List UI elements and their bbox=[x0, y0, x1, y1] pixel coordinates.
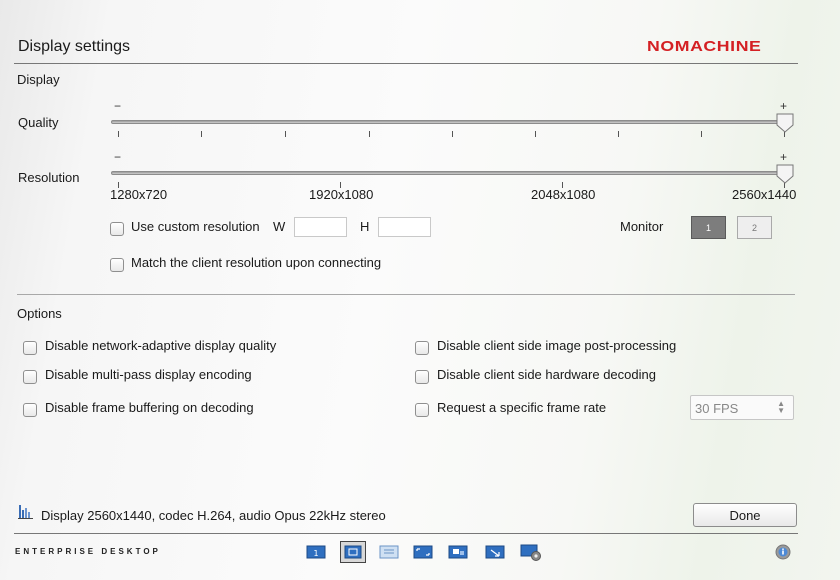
resolution-minus: − bbox=[114, 150, 122, 164]
display-section-label: Display bbox=[17, 72, 60, 87]
quality-label: Quality bbox=[18, 115, 59, 130]
scale-icon[interactable] bbox=[411, 542, 435, 562]
quality-tick bbox=[452, 131, 453, 137]
nomachine-logo: NOMACHINE bbox=[647, 38, 762, 55]
resolution-label: Resolution bbox=[18, 170, 80, 185]
bar-chart-icon bbox=[18, 505, 33, 519]
width-input[interactable] bbox=[294, 217, 347, 237]
quality-tick bbox=[201, 131, 202, 137]
resolution-plus: + bbox=[780, 150, 788, 164]
custom-resolution-checkbox[interactable] bbox=[110, 222, 124, 236]
quality-slider-track[interactable] bbox=[111, 120, 787, 124]
disable-frame-buffering-label: Disable frame buffering on decoding bbox=[45, 400, 254, 415]
quality-tick bbox=[701, 131, 702, 137]
quality-minus: − bbox=[114, 99, 122, 113]
quality-tick bbox=[285, 131, 286, 137]
match-client-resolution-label: Match the client resolution upon connect… bbox=[131, 255, 382, 270]
disable-post-processing-label: Disable client side image post-processin… bbox=[437, 338, 677, 353]
disable-hardware-decoding-label: Disable client side hardware decoding bbox=[437, 367, 656, 382]
quality-tick bbox=[535, 131, 536, 137]
disable-hardware-decoding-checkbox[interactable] bbox=[415, 370, 429, 384]
disable-adaptive-quality-checkbox[interactable] bbox=[23, 341, 37, 355]
monitor-1-button[interactable]: 1 bbox=[691, 216, 726, 239]
quality-tick bbox=[369, 131, 370, 137]
options-section-label: Options bbox=[17, 306, 62, 321]
disable-multipass-encoding-label: Disable multi-pass display encoding bbox=[45, 367, 252, 382]
height-label: H bbox=[360, 219, 370, 234]
disable-adaptive-quality-label: Disable network-adaptive display quality bbox=[45, 338, 277, 353]
footer-divider bbox=[14, 533, 798, 534]
fit-display-icon[interactable] bbox=[340, 541, 366, 563]
custom-resolution-label: Use custom resolution bbox=[131, 219, 260, 234]
resolution-tick-label: 2560x1440 bbox=[732, 187, 797, 202]
resize-icon[interactable] bbox=[483, 542, 507, 562]
quality-slider-thumb[interactable] bbox=[776, 113, 794, 133]
quality-plus: + bbox=[780, 99, 788, 113]
viewport-icon[interactable] bbox=[446, 542, 470, 562]
info-icon[interactable] bbox=[775, 544, 791, 560]
resolution-tick-label: 1280x720 bbox=[110, 187, 168, 202]
resolution-slider-thumb[interactable] bbox=[776, 164, 794, 184]
display-settings-icon[interactable] bbox=[519, 542, 543, 562]
resolution-tick-label: 1920x1080 bbox=[309, 187, 374, 202]
width-label: W bbox=[273, 219, 286, 234]
quality-tick bbox=[618, 131, 619, 137]
resolution-slider-track[interactable] bbox=[111, 171, 787, 175]
disable-frame-buffering-checkbox[interactable] bbox=[23, 403, 37, 417]
match-client-resolution-checkbox[interactable] bbox=[110, 258, 124, 272]
monitor-1-icon[interactable]: 1 bbox=[304, 542, 328, 562]
status-text: Display 2560x1440, codec H.264, audio Op… bbox=[41, 508, 386, 523]
done-button[interactable]: Done bbox=[693, 503, 797, 527]
fullscreen-icon[interactable] bbox=[377, 542, 401, 562]
disable-post-processing-checkbox[interactable] bbox=[415, 341, 429, 355]
svg-text:1: 1 bbox=[313, 549, 318, 558]
page-title: Display settings bbox=[18, 38, 131, 55]
frame-rate-select[interactable]: 30 FPS ▲ ▼ bbox=[690, 395, 794, 420]
section-divider bbox=[17, 294, 795, 295]
quality-ticks bbox=[111, 131, 791, 139]
disable-multipass-encoding-checkbox[interactable] bbox=[23, 370, 37, 384]
frame-rate-value: 30 FPS bbox=[695, 401, 739, 416]
resolution-tick-label: 2048x1080 bbox=[531, 187, 596, 202]
product-edition-label: ENTERPRISE DESKTOP bbox=[15, 547, 161, 556]
monitor-2-button[interactable]: 2 bbox=[737, 216, 772, 239]
request-frame-rate-checkbox[interactable] bbox=[415, 403, 429, 417]
header-divider bbox=[14, 63, 798, 64]
height-input[interactable] bbox=[378, 217, 431, 237]
quality-tick bbox=[118, 131, 119, 137]
request-frame-rate-label: Request a specific frame rate bbox=[437, 400, 607, 415]
monitor-label: Monitor bbox=[620, 219, 664, 234]
chevron-updown-icon: ▲ ▼ bbox=[777, 399, 785, 415]
